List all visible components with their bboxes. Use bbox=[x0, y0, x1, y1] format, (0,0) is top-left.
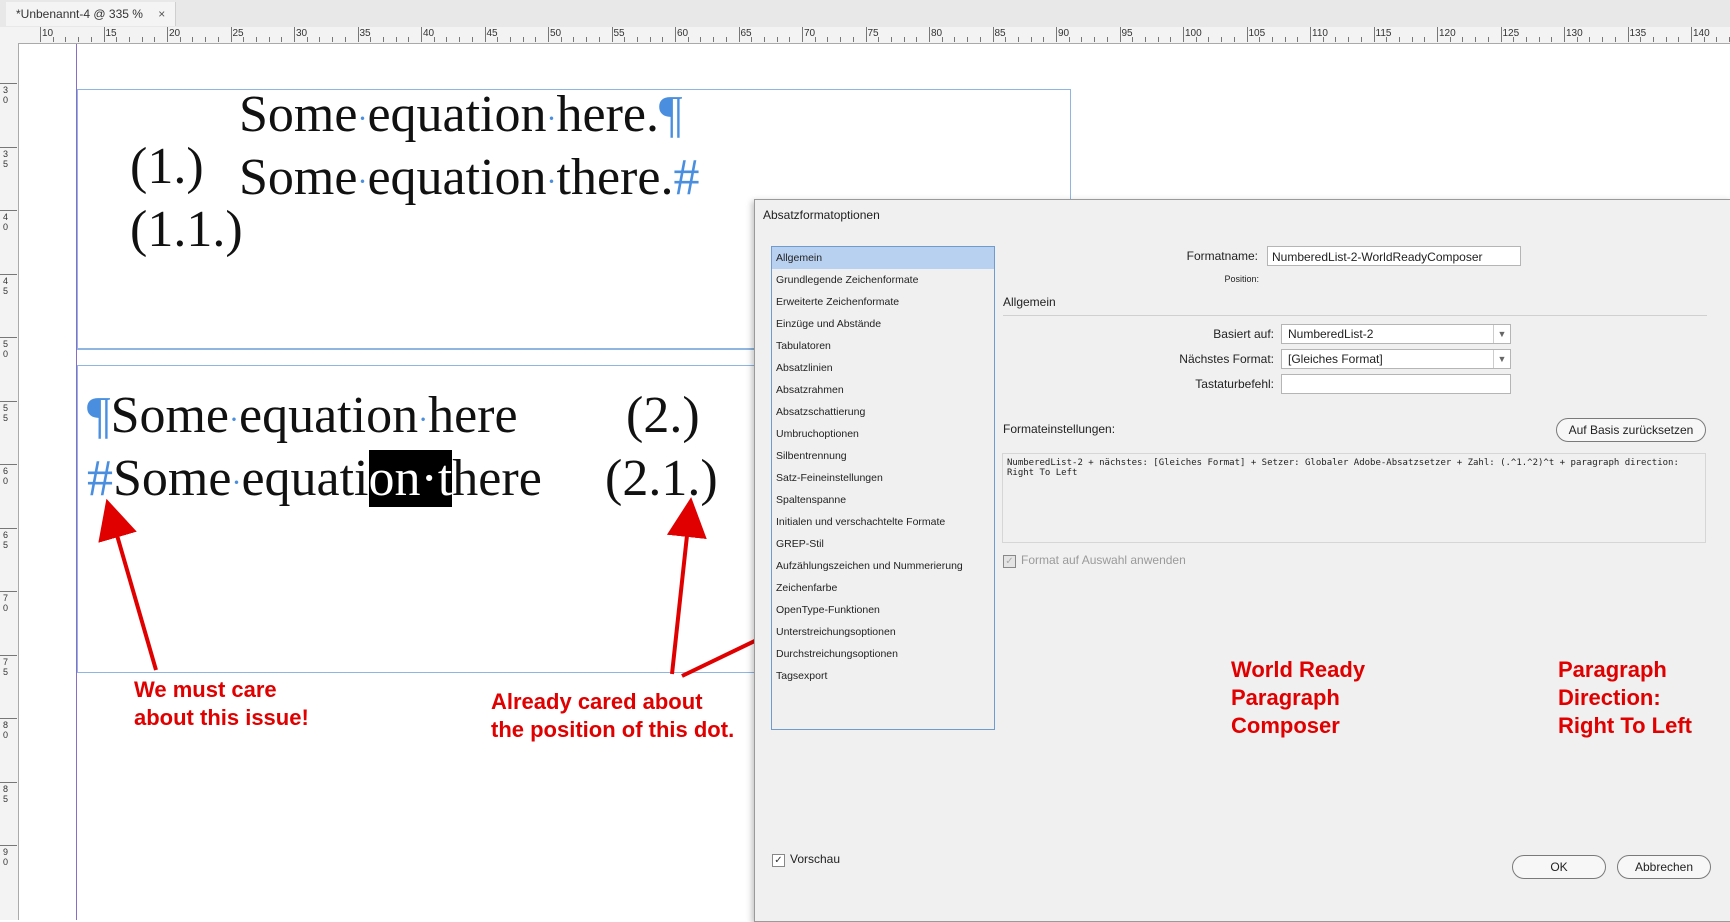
section-divider bbox=[1003, 315, 1707, 316]
format-settings-description: NumberedList-2 + nächstes: [Gleiches For… bbox=[1002, 453, 1706, 543]
category-item[interactable]: Erweiterte Zeichenformate bbox=[772, 291, 994, 313]
arrow-to-number bbox=[666, 497, 707, 675]
section-title: Allgemein bbox=[1003, 295, 1056, 309]
category-list[interactable]: Allgemein Grundlegende Zeichenformate Erwe… bbox=[771, 246, 995, 730]
chevron-down-icon: ▼ bbox=[1493, 350, 1510, 368]
reset-to-base-button[interactable]: Auf Basis zurücksetzen bbox=[1556, 418, 1706, 442]
category-item[interactable]: Einzüge und Abstände bbox=[772, 313, 994, 335]
category-item[interactable]: Spaltenspanne bbox=[772, 489, 994, 511]
position-label: Position: bbox=[1224, 274, 1259, 284]
category-item[interactable]: Initialen und verschachtelte Formate bbox=[772, 511, 994, 533]
category-item[interactable]: Unterstreichungsoptionen bbox=[772, 621, 994, 643]
based-on-select[interactable]: NumberedList-2 ▼ bbox=[1281, 324, 1511, 344]
category-item[interactable]: Tabulatoren bbox=[772, 335, 994, 357]
category-item[interactable]: GREP-Stil bbox=[772, 533, 994, 555]
category-item[interactable]: Absatzschattierung bbox=[772, 401, 994, 423]
category-item[interactable]: Grundlegende Zeichenformate bbox=[772, 269, 994, 291]
based-on-label: Basiert auf: bbox=[1213, 327, 1274, 341]
format-name-input[interactable]: NumberedList-2-WorldReadyComposer bbox=[1267, 246, 1521, 266]
category-item[interactable]: Silbentrennung bbox=[772, 445, 994, 467]
category-item[interactable]: Aufzählungszeichen und Nummerierung bbox=[772, 555, 994, 577]
category-item[interactable]: Umbruchoptionen bbox=[772, 423, 994, 445]
shortcut-label: Tastaturbefehl: bbox=[1195, 377, 1274, 391]
apply-format-label: Format auf Auswahl anwenden bbox=[1021, 553, 1186, 567]
dialog-title: Absatzformatoptionen bbox=[763, 208, 880, 222]
next-format-label: Nächstes Format: bbox=[1179, 352, 1274, 366]
annotation-composer: World Ready Paragraph Composer bbox=[1231, 657, 1366, 738]
category-item[interactable]: Satz-Feineinstellungen bbox=[772, 467, 994, 489]
settings-label: Formateinstellungen: bbox=[1003, 422, 1116, 436]
apply-format-checkbox[interactable]: ✓ bbox=[1003, 555, 1016, 568]
next-format-select[interactable]: [Gleiches Format] ▼ bbox=[1281, 349, 1511, 369]
ok-button[interactable]: OK bbox=[1512, 855, 1606, 879]
chevron-down-icon: ▼ bbox=[1493, 325, 1510, 343]
cancel-button[interactable]: Abbrechen bbox=[1617, 855, 1711, 879]
category-item[interactable]: Zeichenfarbe bbox=[772, 577, 994, 599]
format-name-label: Formatname: bbox=[1186, 249, 1258, 263]
paragraph-style-options-dialog: Absatzformatoptionen Allgemein Grundlegen… bbox=[754, 199, 1730, 922]
category-item[interactable]: Durchstreichungsoptionen bbox=[772, 643, 994, 665]
category-item[interactable]: Absatzrahmen bbox=[772, 379, 994, 401]
category-item[interactable]: OpenType-Funktionen bbox=[772, 599, 994, 621]
annotation-direction: Paragraph Direction: Right To Left bbox=[1558, 657, 1692, 738]
preview-checkbox[interactable]: ✓ bbox=[772, 854, 785, 867]
category-item[interactable]: Absatzlinien bbox=[772, 357, 994, 379]
preview-label: Vorschau bbox=[790, 852, 841, 866]
arrow-to-hash bbox=[98, 498, 158, 671]
category-item[interactable]: Tagsexport bbox=[772, 665, 994, 687]
category-item[interactable]: Allgemein bbox=[772, 247, 994, 269]
shortcut-input[interactable] bbox=[1281, 374, 1511, 394]
